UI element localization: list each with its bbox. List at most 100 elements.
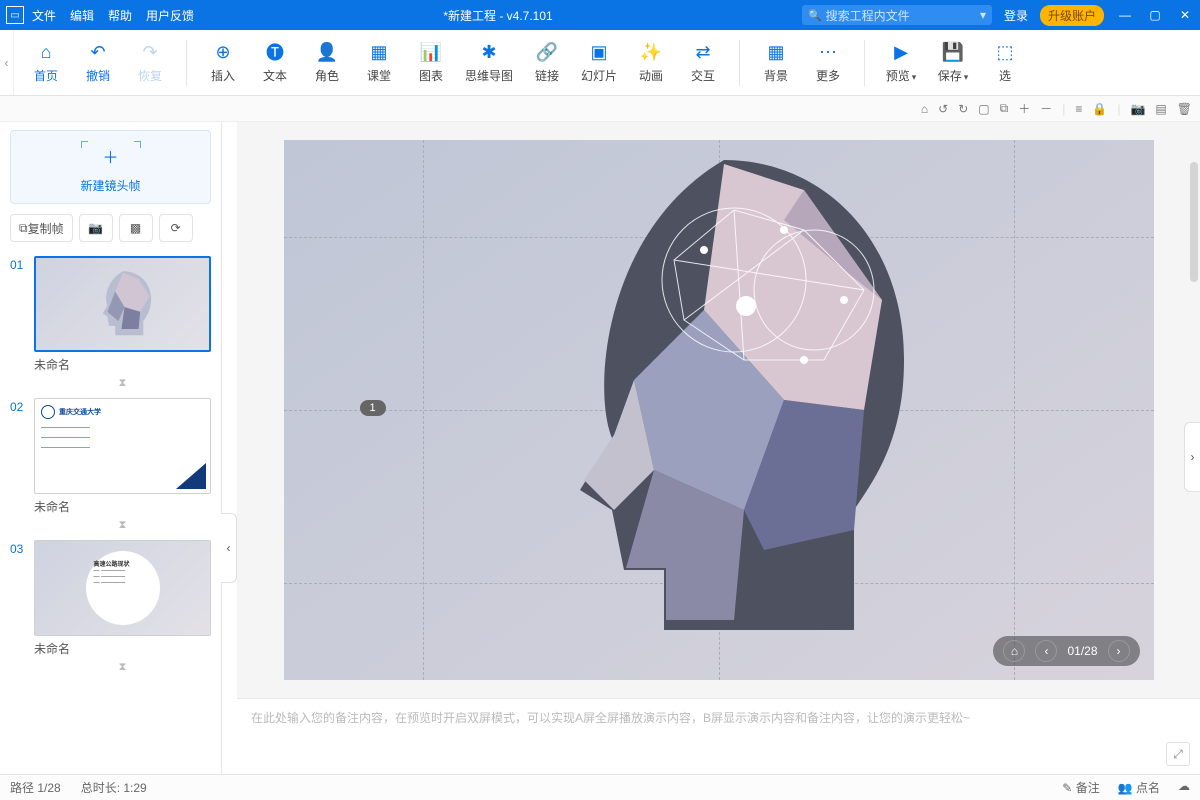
- home-view-icon[interactable]: ⌂: [921, 102, 928, 116]
- save-button[interactable]: 💾保存▾: [927, 35, 979, 91]
- maximize-button[interactable]: ▢: [1146, 8, 1164, 22]
- role-label: 角色: [315, 67, 339, 84]
- trash-icon[interactable]: 🗑: [1177, 102, 1192, 116]
- zoom-out-icon[interactable]: －: [1040, 100, 1052, 117]
- slide-thumbnail-3[interactable]: 03 高速公路现状— ————— ————— ———— 未命名 ⧗: [10, 540, 211, 674]
- more-icon: ⋯: [819, 41, 837, 63]
- interact-button[interactable]: ⇄ 交互: [677, 35, 729, 91]
- slide-thumbnail-1[interactable]: 01 未命名 ⧗: [10, 256, 211, 390]
- status-cloud-icon[interactable]: ☁: [1178, 779, 1190, 796]
- search-icon: 🔍: [808, 9, 822, 22]
- app-logo-icon: ▭: [6, 6, 24, 24]
- status-bar: 路径 1/28 总时长: 1:29 ✎ 备注 👥 点名 ☁: [0, 774, 1200, 800]
- nav-prev-button[interactable]: ‹: [1035, 640, 1057, 662]
- menu-help[interactable]: 帮助: [108, 7, 132, 24]
- redo-icon: ↷: [142, 41, 157, 63]
- stage[interactable]: 1 ⌂ ‹ 01/28 ›: [284, 140, 1154, 680]
- slide-button[interactable]: ▣ 幻灯片: [573, 35, 625, 91]
- snapshot-button[interactable]: 📷: [79, 214, 113, 242]
- mindmap-button[interactable]: ✱思维导图: [457, 35, 521, 91]
- status-path: 路径 1/28: [10, 779, 61, 796]
- mindmap-label: 思维导图: [465, 67, 513, 84]
- sidebar-collapse-button[interactable]: ‹: [221, 513, 237, 583]
- slide-label: 幻灯片: [581, 67, 617, 84]
- copy-icon[interactable]: ⧉: [1000, 101, 1009, 116]
- timer-icon: ⧗: [34, 519, 211, 532]
- text-button[interactable]: 🅣文本: [249, 35, 301, 91]
- anim-button[interactable]: ✨动画: [625, 35, 677, 91]
- expand-notes-button[interactable]: ⤢: [1166, 742, 1190, 766]
- insert-label: 插入: [211, 67, 235, 84]
- class-button[interactable]: ▦ 课堂: [353, 35, 405, 91]
- chart-button[interactable]: 📊图表: [405, 35, 457, 91]
- zoom-in-icon[interactable]: ＋: [1018, 100, 1030, 117]
- copy-frame-button[interactable]: ⧉ 复制帧: [10, 214, 73, 242]
- link-button[interactable]: 🔗 链接: [521, 35, 573, 91]
- qr-button[interactable]: ▩: [119, 214, 153, 242]
- link-icon: 🔗: [536, 41, 558, 63]
- status-roll-button[interactable]: 👥 点名: [1118, 779, 1160, 796]
- undo-button[interactable]: ↶撤销: [72, 35, 124, 91]
- lock-icon[interactable]: 🔒: [1092, 102, 1107, 116]
- background-icon: ▦: [767, 41, 784, 63]
- insert-icon: ⊕: [215, 41, 230, 63]
- interact-label: 交互: [691, 67, 715, 84]
- preview-label: 预览: [886, 69, 910, 83]
- upgrade-button[interactable]: 升级账户: [1040, 5, 1104, 26]
- document-title: *新建工程 - v4.7.101: [194, 7, 802, 24]
- chart-icon: 📊: [420, 41, 442, 63]
- right-panel-toggle[interactable]: ›: [1184, 422, 1200, 492]
- slide-title: 未命名: [34, 640, 211, 657]
- stage-navigator: ⌂ ‹ 01/28 ›: [993, 636, 1139, 666]
- slide2-heading: 重庆交通大学: [59, 407, 101, 417]
- fit-icon[interactable]: ▢: [978, 102, 989, 116]
- preview-button[interactable]: ▶预览▾: [875, 35, 927, 91]
- interact-icon: ⇄: [695, 41, 710, 63]
- close-button[interactable]: ✕: [1176, 8, 1194, 22]
- background-label: 背景: [764, 67, 788, 84]
- nav-home-button[interactable]: ⌂: [1003, 640, 1025, 662]
- align-icon[interactable]: ≡: [1075, 102, 1082, 116]
- save-icon: 💾: [942, 41, 964, 63]
- select-button[interactable]: ⬚选: [979, 35, 1031, 91]
- role-button[interactable]: 👤 角色: [301, 35, 353, 91]
- notes-placeholder: 在此处输入您的备注内容，在预览时开启双屏模式，可以实现A屏全屏播放演示内容，B屏…: [251, 711, 970, 725]
- redo-button[interactable]: ↷恢复: [124, 35, 176, 91]
- slide-thumbnail-2[interactable]: 02 重庆交通大学 ————————————————————— 未命名 ⧗: [10, 398, 211, 532]
- rotate-right-icon[interactable]: ↻: [958, 102, 968, 116]
- class-label: 课堂: [367, 67, 391, 84]
- role-icon: 👤: [316, 41, 338, 63]
- undo-label: 撤销: [86, 67, 110, 84]
- head-illustration[interactable]: [484, 150, 944, 670]
- home-button[interactable]: ⌂首页: [20, 35, 72, 91]
- slide-icon: ▣: [590, 41, 607, 63]
- class-icon: ▦: [370, 41, 387, 63]
- search-input[interactable]: 🔍 搜索工程内文件 ▾: [802, 5, 992, 25]
- menu-edit[interactable]: 编辑: [70, 7, 94, 24]
- canvas[interactable]: 1 ⌂ ‹ 01/28 ›: [237, 122, 1200, 698]
- layout-icon[interactable]: ▤: [1155, 102, 1166, 116]
- notes-panel[interactable]: 在此处输入您的备注内容，在预览时开启双屏模式，可以实现A屏全屏播放演示内容，B屏…: [237, 698, 1200, 774]
- slide3-heading: 高速公路现状: [94, 562, 130, 568]
- camera-icon[interactable]: 📷: [1130, 102, 1145, 116]
- rotate-left-icon[interactable]: ↺: [938, 102, 948, 116]
- settings-button[interactable]: ⟳: [159, 214, 193, 242]
- timer-icon: ⧗: [34, 377, 211, 390]
- ribbon-collapse-left[interactable]: ‹: [0, 30, 14, 95]
- menu-bar: 文件 编辑 帮助 用户反馈: [32, 7, 194, 24]
- background-button[interactable]: ▦ 背景: [750, 35, 802, 91]
- save-label: 保存: [938, 69, 962, 83]
- link-label: 链接: [535, 67, 559, 84]
- new-frame-button[interactable]: ＋ 新建镜头帧: [10, 130, 211, 204]
- menu-feedback[interactable]: 用户反馈: [146, 7, 194, 24]
- more-button[interactable]: ⋯更多: [802, 35, 854, 91]
- insert-button[interactable]: ⊕ 插入: [197, 35, 249, 91]
- chevron-down-icon[interactable]: ▾: [980, 8, 986, 22]
- menu-file[interactable]: 文件: [32, 7, 56, 24]
- status-remark-button[interactable]: ✎ 备注: [1062, 779, 1099, 796]
- nav-next-button[interactable]: ›: [1108, 640, 1130, 662]
- scrollbar-thumb[interactable]: [1190, 162, 1198, 282]
- login-link[interactable]: 登录: [1004, 7, 1028, 24]
- minimize-button[interactable]: —: [1116, 8, 1134, 22]
- canvas-toolbar: ⌂ ↺ ↻ ▢ ⧉ ＋ － | ≡ 🔒 | 📷 ▤ 🗑: [0, 96, 1200, 122]
